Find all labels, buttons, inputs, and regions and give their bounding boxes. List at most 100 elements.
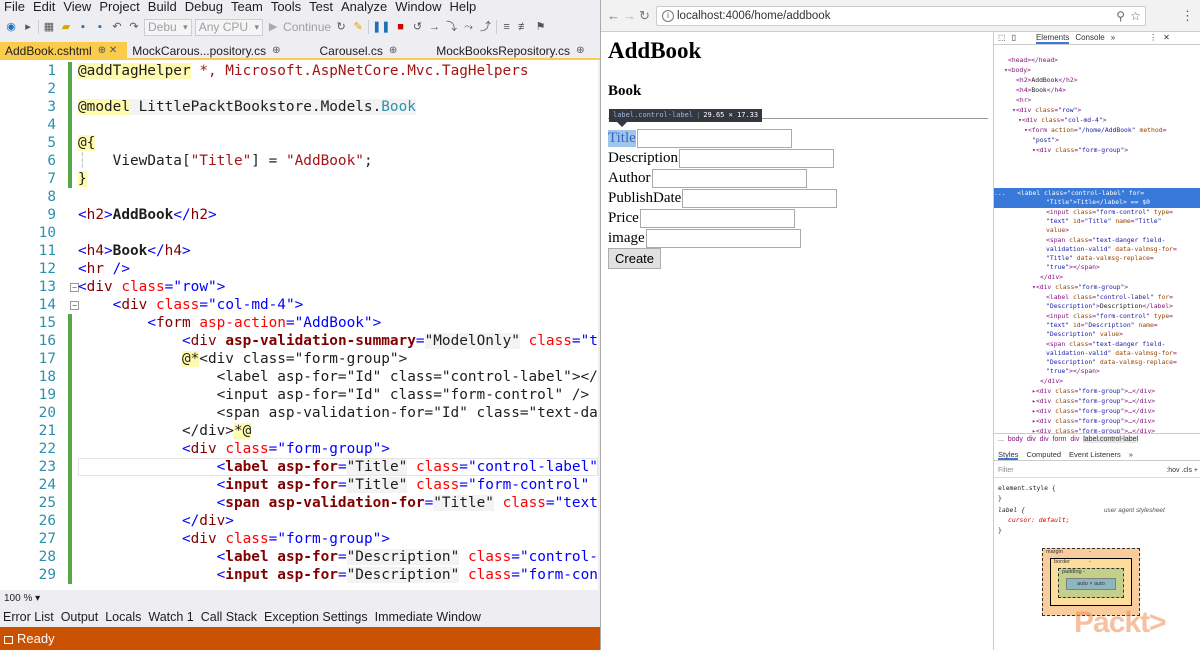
back-arrow-icon[interactable]: ← <box>607 8 620 23</box>
filter-options[interactable]: :hov .cls + <box>1166 464 1198 478</box>
dom-node[interactable]: ▾<body> <box>1004 66 1031 76</box>
dom-node[interactable]: value> <box>1046 226 1069 236</box>
tab-locals[interactable]: Locals <box>105 607 141 627</box>
back-nav-icon[interactable]: ◉ <box>4 19 18 35</box>
tab-pin-close-icon[interactable]: ⊕ ✕ <box>98 42 118 60</box>
dom-node[interactable]: ▸<div class="form-group">…</div> <box>1032 397 1155 407</box>
dom-node[interactable]: ▾<div class="row"> <box>1012 106 1081 116</box>
dom-node[interactable]: "post"> <box>1032 136 1059 146</box>
rule-declaration[interactable]: cursor: default; <box>1008 516 1070 526</box>
continue-play-icon[interactable]: ▶ <box>266 19 280 35</box>
dom-node[interactable]: "Description" value> <box>1046 330 1123 340</box>
menu-project[interactable]: Project <box>99 0 139 14</box>
dom-tree[interactable]: <html> <head></head> ▾<body> <h2>AddBook… <box>994 46 1200 433</box>
menu-debug[interactable]: Debug <box>185 0 223 14</box>
redo-icon[interactable]: ↷ <box>127 19 141 35</box>
image-input[interactable] <box>645 228 801 248</box>
menu-edit[interactable]: Edit <box>33 0 55 14</box>
devtools-close-icon[interactable]: ✕ <box>1163 32 1170 44</box>
menu-build[interactable]: Build <box>148 0 177 14</box>
chrome-menu-icon[interactable]: ⋮ <box>1181 8 1194 24</box>
breadcrumb-item[interactable]: div <box>1027 436 1036 443</box>
title-input[interactable] <box>636 128 792 148</box>
breadcrumb-item[interactable]: body <box>1008 436 1023 443</box>
comment-icon[interactable]: ≡ <box>500 19 514 35</box>
dom-node[interactable]: </div> <box>1040 377 1063 387</box>
tab-exception-settings[interactable]: Exception Settings <box>264 607 368 627</box>
dom-node[interactable]: </div> <box>1040 273 1063 283</box>
new-project-icon[interactable]: ▦ <box>42 19 56 35</box>
publishdate-input[interactable] <box>682 188 838 208</box>
bookmark-icon[interactable]: ⚑ <box>534 19 548 35</box>
dom-node[interactable]: ▾<div class="form-group"> <box>1032 146 1128 156</box>
step-icon[interactable]: → <box>428 19 442 35</box>
box-model-content[interactable]: auto × auto <box>1066 578 1116 590</box>
dom-node[interactable]: ▾<div class="col-md-4"> <box>1018 116 1107 126</box>
devtools-menu-icon[interactable]: ⋮ <box>1149 32 1157 44</box>
forward-arrow-icon[interactable]: → <box>623 8 636 23</box>
tab-immediate-window[interactable]: Immediate Window <box>375 607 481 627</box>
dom-node[interactable]: ▸<div class="form-group">…</div> <box>1032 407 1155 417</box>
device-toolbar-icon[interactable]: ▯ <box>1012 32 1016 44</box>
forward-nav-icon[interactable]: ▸ <box>21 19 35 35</box>
dom-node[interactable]: <head></head> <box>1008 56 1058 66</box>
tab-output[interactable]: Output <box>61 607 99 627</box>
tab-watch-1[interactable]: Watch 1 <box>148 607 193 627</box>
step-out-icon[interactable]: ⤴ <box>479 19 493 35</box>
dom-node[interactable]: <hr> <box>1016 96 1031 106</box>
description-input[interactable] <box>678 148 834 168</box>
pause-icon[interactable]: ❚❚ <box>372 19 390 35</box>
code-editor[interactable]: 1 @addTagHelper *, Microsoft.AspNetCore.M… <box>0 60 598 590</box>
reload-icon[interactable]: ↻ <box>639 8 650 24</box>
more-subtabs-icon[interactable]: » <box>1129 448 1133 460</box>
stop-icon[interactable]: ■ <box>394 19 408 35</box>
menu-tools[interactable]: Tools <box>271 0 301 14</box>
author-input[interactable] <box>651 168 807 188</box>
save-all-icon[interactable]: ▪ <box>93 19 107 35</box>
dom-node[interactable]: ▸<div class="form-group">…</div> <box>1032 387 1155 397</box>
restart-icon[interactable]: ↺ <box>411 19 425 35</box>
price-input[interactable] <box>639 208 795 228</box>
dom-node[interactable]: ▾<div class="form-group"> <box>1032 283 1128 293</box>
tab-event-listeners[interactable]: Event Listeners <box>1069 448 1121 460</box>
tab-pin-icon[interactable]: ⊕ <box>389 42 397 60</box>
address-bar[interactable]: i localhost:4006/home/addbook ⚲ ☆ <box>656 6 1146 26</box>
menu-help[interactable]: Help <box>450 0 477 14</box>
tab-mockbooksrepository-cs[interactable]: MockBooksRepository.cs ⊕ <box>431 42 594 60</box>
rule-element-style[interactable]: element.style { <box>998 484 1056 494</box>
tab-elements[interactable]: Elements <box>1035 32 1070 44</box>
tab-addbook-cshtml[interactable]: AddBook.cshtml ⊕ ✕ <box>0 42 128 60</box>
open-file-icon[interactable]: ▰ <box>59 19 73 35</box>
menu-analyze[interactable]: Analyze <box>341 0 387 14</box>
tab-error-list[interactable]: Error List <box>3 607 54 627</box>
tab-pin-icon[interactable]: ⊕ <box>272 42 280 60</box>
continue-button[interactable]: Continue <box>283 20 331 34</box>
dom-node[interactable]: "true"></span> <box>1046 263 1100 273</box>
zoom-level[interactable]: 100 % <box>4 593 32 604</box>
dom-node[interactable]: ▾<form action="/home/AddBook" method= <box>1024 126 1166 136</box>
breadcrumb-item[interactable]: div <box>1040 436 1049 443</box>
save-icon[interactable]: ▪ <box>76 19 90 35</box>
tab-console[interactable]: Console <box>1075 32 1104 44</box>
zoom-dropdown-icon[interactable]: ▾ <box>35 593 40 604</box>
inspect-element-icon[interactable]: ⬚ <box>998 32 1006 44</box>
create-button[interactable]: Create <box>608 248 662 269</box>
debug-config-select[interactable]: Debu <box>144 18 192 36</box>
site-info-icon[interactable]: i <box>662 10 674 22</box>
step-into-icon[interactable]: ⤵ <box>445 19 459 35</box>
breadcrumb-item-current[interactable]: label.control-label <box>1083 436 1139 443</box>
tab-mockcarousel-repository[interactable]: MockCarous...pository.cs ⊕ <box>127 42 290 60</box>
styles-filter-input[interactable]: Filter :hov .cls + <box>994 464 1200 478</box>
menu-test[interactable]: Test <box>309 0 333 14</box>
menu-view[interactable]: View <box>63 0 91 14</box>
undo-icon[interactable]: ↶ <box>110 19 124 35</box>
bookmark-star-icon[interactable]: ☆ <box>1130 7 1141 25</box>
dom-node-selected[interactable]: "Title">Title</label> == $0 <box>1046 198 1150 208</box>
dom-node[interactable]: <h2>AddBook</h2> <box>1016 76 1078 86</box>
tab-call-stack[interactable]: Call Stack <box>201 607 257 627</box>
uncomment-icon[interactable]: ≢ <box>517 19 531 35</box>
browser-link-icon[interactable]: ✎ <box>351 19 365 35</box>
breadcrumb-item[interactable]: form <box>1053 436 1067 443</box>
more-tabs-icon[interactable]: » <box>1111 32 1115 44</box>
tab-pin-icon[interactable]: ⊕ <box>576 42 584 60</box>
